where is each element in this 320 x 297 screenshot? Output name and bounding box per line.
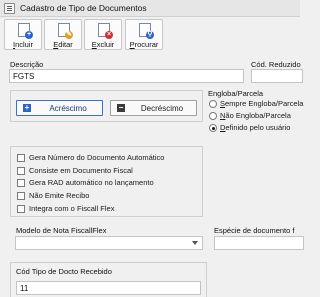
window-title: Cadastro de Tipo de Documentos bbox=[20, 3, 147, 13]
app-document-icon bbox=[4, 3, 15, 14]
checkbox-gera-rad-label: Gera RAD automático no lançamento bbox=[29, 178, 154, 187]
radio-definido-label: Definido pelo usuário bbox=[220, 123, 291, 132]
checkbox-consiste-fiscal-label: Consiste em Documento Fiscal bbox=[29, 166, 133, 175]
incluir-button[interactable]: + Incluir bbox=[4, 19, 42, 50]
radio-nao-label: Não Engloba/Parcela bbox=[220, 111, 291, 120]
descricao-input[interactable]: FGTS bbox=[9, 69, 244, 83]
toolbar: + Incluir ✎ Editar × Excluir ⚲ Procurar bbox=[0, 17, 300, 52]
checkbox-box bbox=[17, 167, 25, 175]
cod-tipo-label: Cód Tipo de Docto Recebido bbox=[16, 267, 112, 276]
window-titlebar: Cadastro de Tipo de Documentos bbox=[0, 0, 300, 17]
radio-sempre-label: Sempre Engloba/Parcela bbox=[220, 99, 304, 108]
checkbox-box bbox=[17, 179, 25, 187]
edit-document-icon: ✎ bbox=[58, 23, 73, 39]
plus-icon: + bbox=[23, 103, 31, 112]
acrescimo-panel: + Acréscimo − Decréscimo bbox=[10, 90, 203, 122]
checkbox-box bbox=[17, 205, 25, 213]
delete-document-icon: × bbox=[98, 23, 113, 39]
editar-label: Editar bbox=[53, 40, 73, 49]
excluir-label: Excluir bbox=[91, 40, 115, 49]
search-document-icon: ⚲ bbox=[139, 23, 154, 39]
modelo-nota-select[interactable] bbox=[15, 236, 203, 250]
chevron-down-icon bbox=[192, 241, 198, 245]
decrescimo-label: Decréscimo bbox=[140, 104, 184, 113]
options-panel: Gera Número do Documento Automático Cons… bbox=[10, 146, 203, 217]
radio-indicator-selected bbox=[209, 124, 217, 132]
cod-reduzido-input[interactable] bbox=[251, 69, 303, 83]
checkbox-nao-emite-recibo-label: Não Emite Recibo bbox=[29, 191, 90, 200]
especie-select[interactable] bbox=[214, 236, 304, 250]
decrescimo-button[interactable]: − Decréscimo bbox=[110, 100, 197, 116]
radio-indicator bbox=[209, 100, 217, 108]
engloba-title: Engloba/Parcela bbox=[208, 89, 264, 98]
procurar-button[interactable]: ⚲ Procurar bbox=[125, 19, 163, 50]
modelo-nota-label: Modelo de Nota FiscallFlex bbox=[16, 226, 107, 235]
acrescimo-button[interactable]: + Acréscimo bbox=[16, 100, 103, 116]
cod-tipo-panel: Cód Tipo de Docto Recebido 11 bbox=[10, 262, 207, 297]
acrescimo-label: Acréscimo bbox=[49, 104, 87, 113]
checkbox-integra-fiscall-label: Integra com o Fiscall Flex bbox=[29, 204, 115, 213]
checkbox-box bbox=[17, 154, 25, 162]
cod-reduzido-label: Cód. Reduzido bbox=[251, 60, 301, 69]
checkbox-gera-numero-label: Gera Número do Documento Automático bbox=[29, 153, 165, 162]
descricao-label: Descrição bbox=[10, 60, 44, 69]
especie-label: Espécie de documento f bbox=[214, 226, 295, 235]
new-document-icon: + bbox=[18, 23, 33, 39]
editar-button[interactable]: ✎ Editar bbox=[44, 19, 82, 50]
checkbox-box bbox=[17, 192, 25, 200]
radio-indicator bbox=[209, 112, 217, 120]
procurar-label: Procurar bbox=[129, 40, 159, 49]
minus-icon: − bbox=[117, 103, 125, 112]
incluir-label: Incluir bbox=[12, 40, 34, 49]
cod-tipo-input[interactable]: 11 bbox=[16, 281, 201, 295]
excluir-button[interactable]: × Excluir bbox=[84, 19, 122, 50]
